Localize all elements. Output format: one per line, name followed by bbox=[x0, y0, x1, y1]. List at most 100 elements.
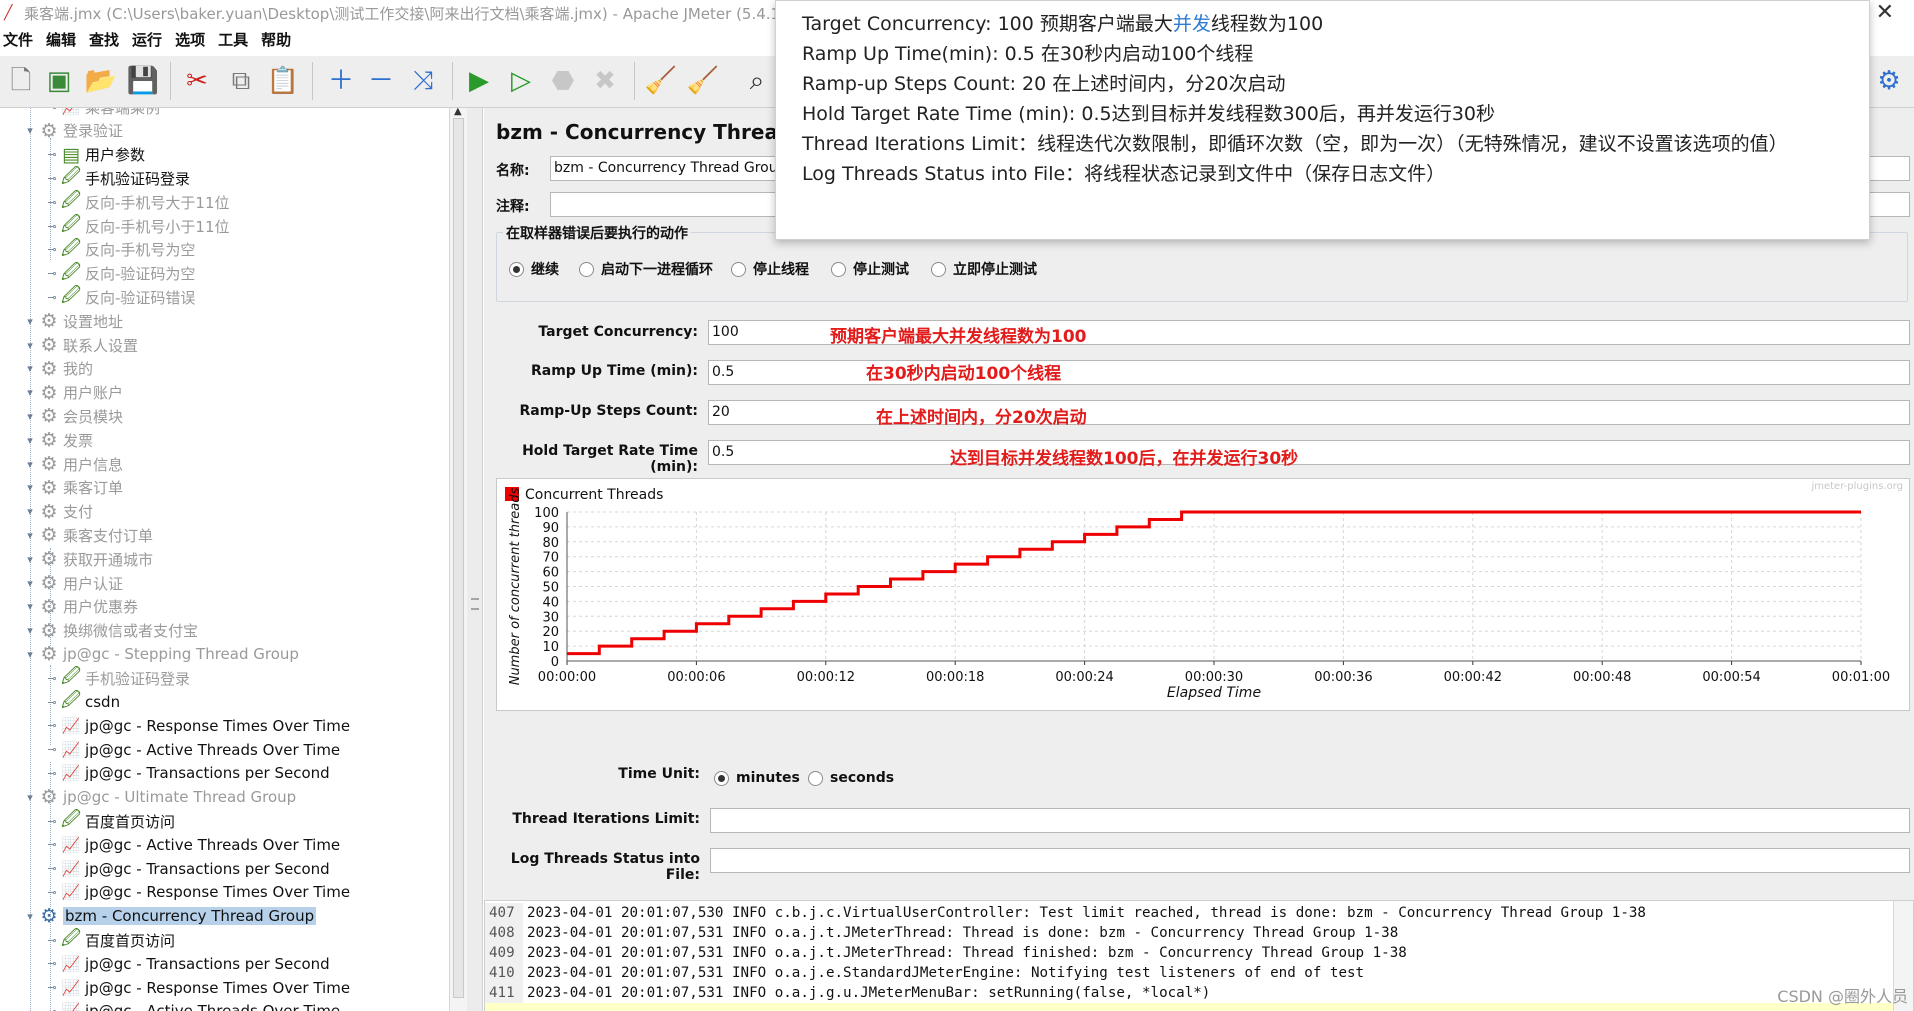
tree-expand-icon[interactable]: ▾ bbox=[22, 362, 38, 375]
collapse-icon[interactable]: － bbox=[362, 60, 400, 102]
tree-expand-icon[interactable]: ▾ bbox=[22, 315, 38, 328]
tree-node[interactable]: ⊸ 📈 jp@gc - Response Times Over Time bbox=[44, 881, 350, 903]
radio-start-next-loop[interactable]: 启动下一进程循环 bbox=[579, 259, 713, 279]
cut-icon[interactable]: ✂ bbox=[178, 60, 216, 102]
tree-leaf-icon: ⊸ bbox=[47, 290, 57, 304]
expand-icon[interactable]: ＋ bbox=[322, 60, 360, 102]
name-label: 名称: bbox=[496, 163, 530, 179]
tree-node[interactable]: ▾ ⚙ 获取开通城市 bbox=[22, 548, 153, 570]
tree-node[interactable]: ▾ ⚙ 用户账户 bbox=[22, 382, 123, 404]
scroll-up-icon[interactable]: ▲ bbox=[454, 106, 462, 117]
log-divider[interactable] bbox=[484, 888, 1914, 900]
tree-node[interactable]: ▾ ⚙ 乘客订单 bbox=[22, 477, 123, 499]
tree-node[interactable]: ▾ ⚙ 设置地址 bbox=[22, 310, 123, 332]
tree-node[interactable]: ⊸ 📈 jp@gc - Transactions per Second bbox=[44, 762, 329, 784]
tree-expand-icon[interactable]: ▾ bbox=[22, 410, 38, 423]
menu-help[interactable]: 帮助 bbox=[258, 29, 291, 50]
help-icon[interactable]: ⚙ bbox=[1870, 60, 1908, 102]
tree-expand-icon[interactable]: ▾ bbox=[22, 648, 38, 661]
tree-node[interactable]: ⊸📈乘客端乘例 bbox=[44, 108, 160, 118]
tree-leaf-icon: ⊸ bbox=[44, 1005, 60, 1011]
clear-icon[interactable]: 🧹 bbox=[642, 60, 680, 102]
menu-options[interactable]: 选项 bbox=[172, 29, 205, 50]
open-icon[interactable]: 📂 bbox=[82, 60, 120, 102]
tree-node-label: 设置地址 bbox=[63, 312, 124, 331]
tree-expand-icon[interactable]: ▾ bbox=[22, 577, 38, 590]
paste-icon[interactable]: 📋 bbox=[264, 60, 302, 102]
tree-node[interactable]: ⊸ 📈 jp@gc - Response Times Over Time bbox=[44, 715, 350, 737]
tree-node[interactable]: ▾ ⚙ 换绑微信或者支付宝 bbox=[22, 620, 198, 642]
copy-icon[interactable]: ⧉ bbox=[222, 60, 260, 102]
tree-node[interactable]: ⊸ 🖉 百度首页访问 bbox=[44, 808, 175, 832]
start-icon[interactable]: ▶ bbox=[460, 60, 498, 102]
tree-expand-icon[interactable]: ▾ bbox=[22, 481, 38, 494]
tree-node[interactable]: ⊸ 🖉 百度首页访问 bbox=[44, 927, 175, 951]
tree-node[interactable]: ▾ ⚙ 发票 bbox=[22, 429, 93, 451]
tree-expand-icon[interactable]: ▾ bbox=[22, 910, 38, 923]
tree-node[interactable]: ▾ ⚙ 登录验证 bbox=[22, 120, 123, 142]
clear-all-icon[interactable]: 🧹 bbox=[684, 60, 722, 102]
tree-node[interactable]: ⊸📈jp@gc - Active Threads Over Time bbox=[44, 1000, 340, 1011]
hold-time-field[interactable]: 0.5 bbox=[708, 440, 1910, 465]
close-icon[interactable]: ✕ bbox=[1876, 0, 1894, 26]
shutdown-icon[interactable]: ✖ bbox=[586, 60, 624, 102]
tree-node[interactable]: ⊸ 🖉 csdn bbox=[44, 689, 120, 713]
tree-scrollbar-thumb[interactable] bbox=[453, 118, 464, 998]
tree-node-label: jp@gc - Active Threads Over Time bbox=[85, 1002, 340, 1011]
tree-expand-icon[interactable]: ▾ bbox=[22, 553, 38, 566]
stop-icon[interactable]: ⬣ bbox=[544, 60, 582, 102]
concurrency-preview-chart: 0 10 20 30 40 50 60 70 80 90 100 00:00:00 00:00:06 00… bbox=[496, 478, 1910, 711]
tree-node[interactable]: ⊸ 🖉 反向-验证码错误 bbox=[44, 284, 195, 308]
menu-run[interactable]: 运行 bbox=[129, 29, 162, 50]
pane-splitter[interactable] bbox=[467, 108, 483, 1011]
radio-continue[interactable]: 继续 bbox=[509, 259, 559, 279]
tree-scrollbar[interactable]: ▲ bbox=[449, 106, 467, 1011]
tree-expand-icon[interactable]: ▾ bbox=[22, 791, 38, 804]
tree-expand-icon[interactable]: ▾ bbox=[22, 386, 38, 399]
tree-node[interactable]: ⊸ 📈 jp@gc - Response Times Over Time bbox=[44, 977, 350, 999]
templates-icon[interactable]: ▣ bbox=[40, 60, 78, 102]
tree-node[interactable]: ⊸📈jp@gc - Active Threads Over Time bbox=[44, 739, 340, 761]
new-icon[interactable]: 🗋 bbox=[2, 60, 40, 102]
tree-node[interactable]: ▾ ⚙ 会员模块 bbox=[22, 405, 123, 427]
search-icon[interactable]: ⌕ bbox=[738, 60, 776, 102]
radio-stop-test[interactable]: 停止测试 bbox=[831, 259, 909, 279]
save-icon[interactable]: 💾 bbox=[124, 60, 162, 102]
tree-expand-icon[interactable]: ▾ bbox=[22, 458, 38, 471]
tree-node[interactable]: ▾ ⚙ 我的 bbox=[22, 358, 93, 380]
tree-node[interactable]: ▾ ⚙ 用户信息 bbox=[22, 453, 123, 475]
tree-expand-icon[interactable]: ▾ bbox=[22, 505, 38, 518]
start-no-pause-icon[interactable]: ▷ bbox=[502, 60, 540, 102]
tree-node[interactable]: ▾ ⚙ 用户优惠券 bbox=[22, 596, 138, 618]
tree-node-label: 用户参数 bbox=[85, 146, 146, 165]
log-line: 411 2023-04-01 20:01:07,531 INFO o.a.j.g.… bbox=[485, 983, 1210, 1003]
tree-node[interactable]: ▾ ⚙ 联系人设置 bbox=[22, 334, 138, 356]
radio-minutes[interactable]: minutes bbox=[714, 770, 800, 786]
tree-expand-icon[interactable]: ▾ bbox=[22, 434, 38, 447]
tree-node[interactable]: ⊸ ▤ 用户参数 bbox=[44, 144, 145, 166]
tree-node[interactable]: ▾ ⚙ 乘客支付订单 bbox=[22, 524, 153, 546]
menu-edit[interactable]: 编辑 bbox=[43, 29, 76, 50]
tree-node[interactable]: ⊸ 📈 jp@gc - Transactions per Second bbox=[44, 953, 329, 975]
radio-stop-test-now[interactable]: 立即停止测试 bbox=[931, 259, 1037, 279]
tree-expand-icon[interactable]: ▾ bbox=[22, 600, 38, 613]
tree-expand-icon[interactable]: ▾ bbox=[22, 529, 38, 542]
y-axis-title: Number of concurrent threads bbox=[508, 487, 523, 685]
radio-seconds[interactable]: seconds bbox=[808, 770, 894, 786]
tree-expand-icon[interactable]: ▾ bbox=[22, 339, 38, 352]
log-status-field[interactable] bbox=[710, 848, 1910, 873]
tree-node[interactable]: ▾ ⚙ 用户认证 bbox=[22, 572, 123, 594]
menu-file[interactable]: 文件 bbox=[0, 29, 33, 50]
menu-tools[interactable]: 工具 bbox=[215, 29, 248, 50]
tree-node[interactable]: ▾ ⚙ 支付 bbox=[22, 501, 93, 523]
tree-node[interactable]: ⊸📈jp@gc - Active Threads Over Time bbox=[44, 834, 340, 856]
x-tick-label: 00:00:36 bbox=[1314, 670, 1372, 685]
gear-icon: ⚙ bbox=[40, 786, 58, 809]
tree-expand-icon[interactable]: ▾ bbox=[22, 624, 38, 637]
tree-expand-icon[interactable]: ▾ bbox=[22, 124, 38, 137]
toggle-icon[interactable]: ⤨ bbox=[404, 60, 442, 102]
iterations-limit-field[interactable] bbox=[710, 808, 1910, 833]
tree-node[interactable]: ⊸ 📈 jp@gc - Transactions per Second bbox=[44, 858, 329, 880]
radio-stop-thread[interactable]: 停止线程 bbox=[731, 259, 809, 279]
menu-search[interactable]: 查找 bbox=[86, 29, 119, 50]
